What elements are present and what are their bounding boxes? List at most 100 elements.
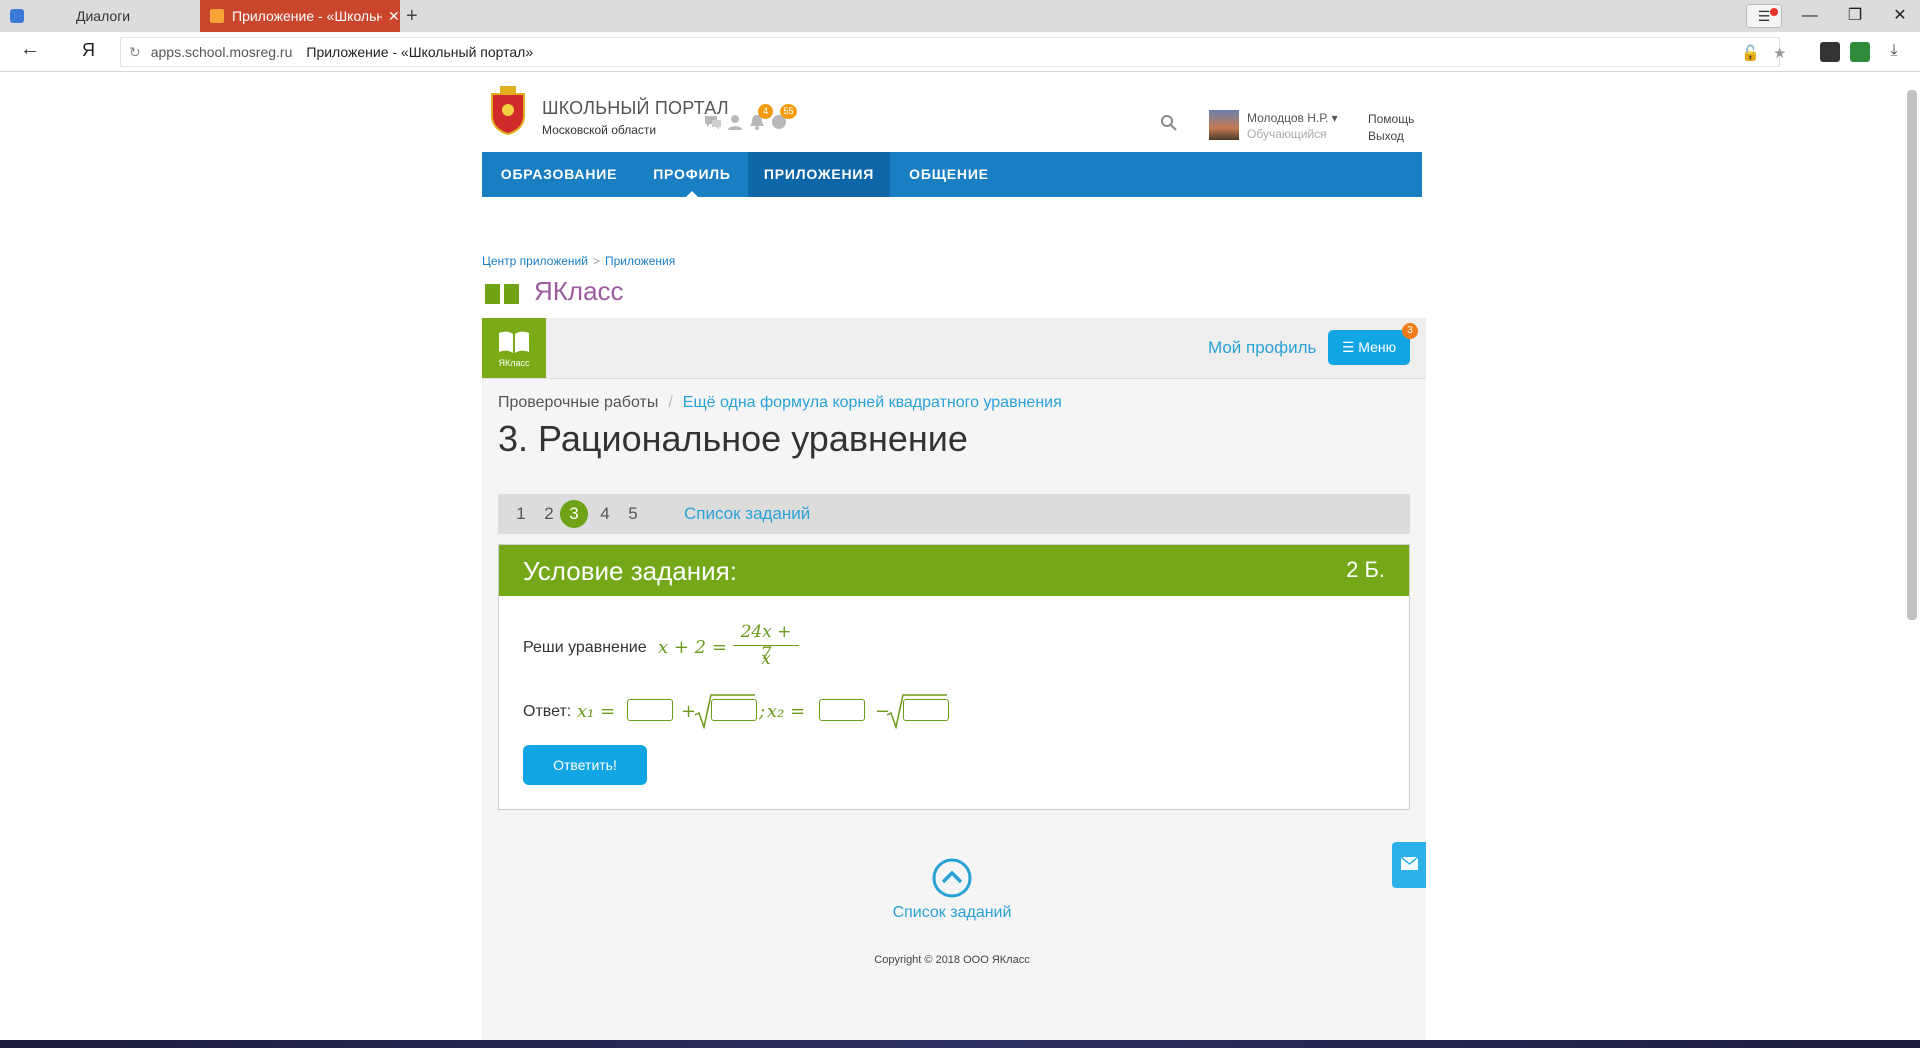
x2-label: x₂ = — [767, 701, 806, 722]
help-link[interactable]: Помощь — [1368, 112, 1414, 126]
task-header: Условие задания: 2 Б. — [499, 545, 1409, 596]
x2-sqrt-input[interactable] — [903, 699, 949, 721]
chevron-down-icon: ▾ — [1331, 111, 1338, 125]
x2-rational-input[interactable] — [819, 699, 865, 721]
page-5[interactable]: 5 — [618, 494, 648, 534]
fraction-numerator: 24x + 7 — [740, 622, 792, 664]
breadcrumb-applications[interactable]: Приложения — [605, 254, 675, 268]
back-to-task-list-link[interactable]: Список заданий — [782, 904, 1122, 922]
equation-fraction: 24x + 7 x — [733, 621, 799, 670]
answer-label: Ответ: — [523, 703, 572, 720]
breadcrumb-separator: / — [668, 394, 673, 411]
url-field[interactable]: ↻ apps.school.mosreg.ru Приложение - «Шк… — [120, 37, 1786, 67]
page-4[interactable]: 4 — [590, 494, 620, 534]
close-window-icon[interactable]: ✕ — [1880, 0, 1920, 32]
task-header-title: Условие задания: — [523, 556, 737, 586]
feedback-button[interactable] — [1392, 842, 1426, 888]
user-name: Молодцов Н.Р. — [1247, 111, 1329, 125]
book-icon — [485, 284, 519, 304]
copyright: Copyright © 2018 ООО ЯКласс — [874, 954, 1030, 966]
yaklass-frame: ЯКласс Мой профиль ☰ Меню 3 Проверочные … — [482, 318, 1426, 1048]
semicolon: ; — [759, 701, 766, 722]
page-title: 3. Рациональное уравнение — [498, 418, 968, 459]
question-label: Реши уравнение — [523, 639, 647, 656]
breadcrumb-root: Проверочные работы — [498, 394, 659, 411]
scrollbar-thumb[interactable] — [1907, 90, 1917, 620]
menu-badge: 3 — [1402, 323, 1418, 339]
notification-dot-icon — [1770, 8, 1778, 16]
portal-header: ШКОЛЬНЫЙ ПОРТАЛ Московской области 4 55 … — [482, 82, 1422, 152]
restore-icon[interactable]: ❐ — [1835, 0, 1875, 32]
breadcrumb-separator: > — [592, 254, 600, 268]
extension-s-icon[interactable] — [1820, 42, 1840, 62]
x1-sqrt-input[interactable] — [711, 699, 757, 721]
menu-label: Меню — [1358, 339, 1397, 355]
breadcrumb-app-center[interactable]: Центр приложений — [482, 254, 588, 268]
open-book-icon — [499, 331, 529, 353]
task-card: Условие задания: 2 Б. Реши уравнение x +… — [498, 544, 1410, 810]
fraction-denominator: x — [761, 649, 771, 669]
tab-title: Приложение - «Школьный портал» — [232, 8, 382, 24]
my-profile-link[interactable]: Мой профиль — [1208, 338, 1316, 358]
address-bar: ← Я ↻ apps.school.mosreg.ru Приложение -… — [0, 32, 1920, 72]
tab-dialogs[interactable]: Диалоги — [0, 0, 200, 32]
world-badge: 55 — [780, 104, 797, 119]
x1-rational-input[interactable] — [627, 699, 673, 721]
browser-tab-bar: Диалоги Приложение - «Школьный портал» ✕… — [0, 0, 1920, 32]
mail-icon — [1401, 857, 1418, 870]
moscow-region-crest-icon[interactable] — [488, 84, 528, 136]
os-taskbar — [0, 1040, 1920, 1048]
submit-answer-button[interactable]: Ответить! — [523, 745, 647, 785]
avatar[interactable] — [1209, 110, 1239, 140]
user-menu[interactable]: Молодцов Н.Р. ▾ — [1247, 111, 1338, 125]
nav-education[interactable]: ОБРАЗОВАНИЕ — [482, 152, 636, 197]
yaklass-logo-text: ЯКласс — [498, 358, 530, 368]
brand-title[interactable]: ШКОЛЬНЫЙ ПОРТАЛ — [542, 98, 729, 119]
breadcrumb: Центр приложений > Приложения — [482, 254, 675, 268]
task-points: 2 Б. — [1346, 557, 1385, 582]
task-breadcrumb: Проверочные работы / Ещё одна формула корн… — [498, 394, 1062, 412]
equation-lhs: x + 2 = — [658, 637, 727, 658]
task-list-link[interactable]: Список заданий — [684, 494, 810, 534]
url-host: apps.school.mosreg.ru — [150, 44, 293, 60]
nav-profile-label: ПРОФИЛЬ — [653, 166, 731, 182]
app-title-text: ЯКласс — [534, 276, 624, 306]
extension-shield-icon[interactable] — [1850, 42, 1870, 62]
browser-menu-button[interactable]: ☰ — [1746, 4, 1782, 28]
active-caret-icon — [686, 191, 698, 197]
task-pager: 1 2 3 4 5 Список заданий — [498, 494, 1410, 534]
lock-icon[interactable]: 🔓 — [1741, 44, 1760, 62]
answer-row: Ответ: x₁ = + ; x₂ = − — [523, 693, 1223, 729]
download-icon[interactable]: ⤓ — [1884, 42, 1904, 62]
menu-button[interactable]: ☰ Меню — [1328, 330, 1410, 365]
breadcrumb-topic-link[interactable]: Ещё одна формула корней квадратного урав… — [683, 394, 1062, 411]
portal-favicon-icon — [210, 9, 224, 23]
friends-icon[interactable] — [726, 114, 744, 130]
page-1[interactable]: 1 — [506, 494, 536, 534]
new-tab-button[interactable]: + — [406, 0, 418, 32]
reload-icon[interactable]: ↻ — [129, 44, 141, 61]
nav-communication[interactable]: ОБЩЕНИЕ — [890, 152, 1008, 197]
bookmark-star-icon[interactable]: ★ — [1773, 44, 1786, 62]
close-tab-icon[interactable]: ✕ — [388, 8, 400, 25]
minimize-icon[interactable]: — — [1790, 0, 1830, 32]
nav-applications[interactable]: ПРИЛОЖЕНИЯ — [748, 152, 890, 197]
page-3-current[interactable]: 3 — [560, 500, 588, 528]
logout-link[interactable]: Выход — [1368, 129, 1404, 143]
chat-tab-icon — [10, 9, 24, 23]
yaklass-toolbar: ЯКласс Мой профиль ☰ Меню 3 — [482, 318, 1426, 379]
user-role: Обучающийся — [1247, 127, 1327, 141]
yandex-button[interactable]: Я — [82, 40, 95, 61]
nav-profile[interactable]: ПРОФИЛЬ — [636, 152, 748, 197]
tab-school-portal[interactable]: Приложение - «Школьный портал» ✕ — [200, 0, 400, 32]
back-button[interactable]: ← — [20, 38, 40, 61]
x1-label: x₁ = — [577, 701, 616, 722]
tab-title: Диалоги — [76, 8, 131, 24]
scroll-up-circle-icon[interactable] — [932, 858, 972, 898]
task-question: Реши уравнение x + 2 = 24x + 7 x — [523, 621, 1123, 669]
yaklass-logo[interactable]: ЯКласс — [482, 318, 546, 378]
messages-icon[interactable] — [704, 114, 722, 130]
hamburger-icon: ☰ — [1341, 339, 1355, 355]
url-page-title: Приложение - «Школьный портал» — [306, 44, 534, 60]
search-icon[interactable] — [1160, 114, 1178, 132]
